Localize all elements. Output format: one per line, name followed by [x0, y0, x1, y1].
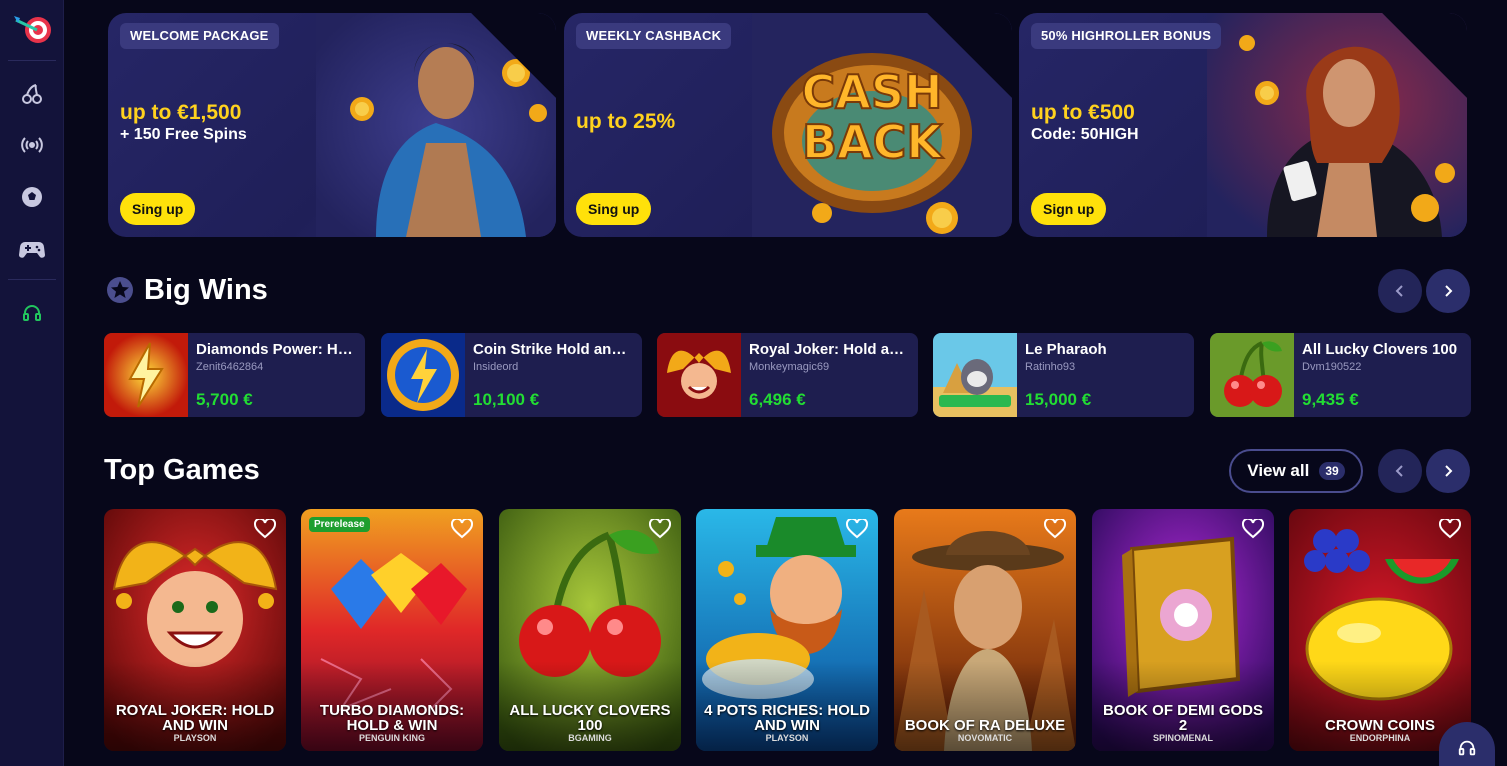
- promo-badge: 50% HIGHROLLER BONUS: [1031, 23, 1222, 49]
- cashback-art-text: BACK: [802, 115, 944, 169]
- signup-button[interactable]: Sing up: [576, 193, 652, 225]
- favorite-heart-icon[interactable]: [845, 517, 869, 539]
- logo-dart-icon[interactable]: [12, 12, 52, 48]
- promo-subline: Code: 50HIGH: [1031, 126, 1139, 143]
- favorite-heart-icon[interactable]: [1043, 517, 1067, 539]
- game-title: Royal Joker: Hold and Win: [115, 702, 275, 734]
- win-amount: 6,496 €: [749, 390, 806, 409]
- game-thumbnail: [933, 333, 1017, 417]
- win-game-name: All Lucky Clovers 100: [1302, 341, 1458, 358]
- game-title: 4 Pots Riches: Hold and Win: [704, 702, 870, 734]
- game-thumbnail: [1210, 333, 1294, 417]
- promo-card-welcome[interactable]: WELCOME PACKAGE up to €1,500 + 150 Free …: [108, 13, 556, 237]
- top-games-prev-button[interactable]: [1378, 449, 1422, 493]
- win-amount: 9,435 €: [1302, 390, 1359, 409]
- game-tile[interactable]: Crown Coins Endorphina: [1289, 509, 1471, 751]
- game-title: Book of Demi Gods 2: [1102, 702, 1263, 734]
- soccer-ball-icon[interactable]: [16, 181, 48, 213]
- game-provider: Spinomenal: [1152, 733, 1213, 743]
- prerelease-tag: Prerelease: [309, 517, 370, 532]
- win-game-name: Le Pharaoh: [1025, 341, 1107, 358]
- game-thumbnail: [104, 333, 188, 417]
- game-tile[interactable]: 4 Pots Riches: Hold and Win Playson: [696, 509, 878, 751]
- game-title: All Lucky Clovers 100: [509, 702, 671, 734]
- promo-headline: up to €500: [1031, 101, 1135, 124]
- promo-headline: up to 25%: [576, 110, 676, 133]
- view-all-label: View all: [1247, 461, 1310, 480]
- game-provider: BGaming: [568, 733, 612, 743]
- game-title: Crown Coins: [1325, 717, 1435, 734]
- headset-icon: [1458, 740, 1476, 756]
- game-thumbnail: [381, 333, 465, 417]
- live-broadcast-icon[interactable]: [16, 129, 48, 161]
- win-amount: 5,700 €: [196, 390, 253, 409]
- main-content: WELCOME PACKAGE up to €1,500 + 150 Free …: [64, 0, 1507, 766]
- big-win-card[interactable]: Royal Joker: Hold and Win Monkeymagic69 …: [657, 333, 918, 417]
- view-all-count-badge: 39: [1319, 462, 1345, 480]
- game-tile[interactable]: Prerelease Turbo Diamonds: Hold & Win Pe…: [301, 509, 483, 751]
- win-game-name: Diamonds Power: Hold and Win: [196, 341, 358, 358]
- favorite-heart-icon[interactable]: [450, 517, 474, 539]
- big-win-card[interactable]: Diamonds Power: Hold and Win Zenit646286…: [104, 333, 365, 417]
- game-provider: Novomatic: [957, 733, 1013, 743]
- big-wins-prev-button[interactable]: [1378, 269, 1422, 313]
- game-tile[interactable]: Royal Joker: Hold and Win Playson: [104, 509, 286, 751]
- win-username: Insideord: [473, 361, 519, 373]
- cherry-icon[interactable]: [16, 78, 48, 110]
- big-wins-next-button[interactable]: [1426, 269, 1470, 313]
- game-tile[interactable]: Book of Ra Deluxe Novomatic: [894, 509, 1076, 751]
- chevron-left-icon: [1395, 285, 1403, 297]
- sidebar: [0, 0, 64, 766]
- promo-badge: WELCOME PACKAGE: [120, 23, 279, 49]
- game-provider: Playson: [173, 733, 217, 743]
- promo-badge: WEEKLY CASHBACK: [576, 23, 732, 49]
- top-games-title: Top Games: [104, 454, 260, 486]
- win-game-name: Royal Joker: Hold and Win: [749, 341, 911, 358]
- headset-icon[interactable]: [16, 297, 48, 329]
- top-games-next-button[interactable]: [1426, 449, 1470, 493]
- win-username: Monkeymagic69: [749, 361, 830, 373]
- favorite-heart-icon[interactable]: [648, 517, 672, 539]
- game-provider: Playson: [765, 733, 809, 743]
- big-win-card[interactable]: Coin Strike Hold and Win Insideord 10,10…: [381, 333, 642, 417]
- win-username: Dvm190522: [1302, 361, 1362, 373]
- signup-button[interactable]: Sign up: [1031, 193, 1107, 225]
- win-game-name: Coin Strike Hold and Win: [473, 341, 635, 358]
- favorite-heart-icon[interactable]: [1241, 517, 1265, 539]
- view-all-button[interactable]: View all 39: [1229, 449, 1363, 493]
- chevron-right-icon: [1445, 465, 1453, 477]
- star-badge-icon: [106, 276, 134, 304]
- game-tile[interactable]: All Lucky Clovers 100 BGaming: [499, 509, 681, 751]
- win-username: Ratinho93: [1025, 361, 1076, 373]
- game-thumbnail: [657, 333, 741, 417]
- game-tile[interactable]: Book of Demi Gods 2 Spinomenal: [1092, 509, 1274, 751]
- favorite-heart-icon[interactable]: [253, 517, 277, 539]
- win-username: Zenit6462864: [196, 361, 264, 373]
- game-provider: Penguin King: [358, 733, 425, 743]
- game-title: Book of Ra Deluxe: [904, 717, 1066, 734]
- sidebar-divider: [8, 279, 56, 280]
- game-title: Turbo Diamonds: Hold & Win: [319, 702, 465, 734]
- big-wins-title: Big Wins: [144, 274, 268, 306]
- promo-subline: + 150 Free Spins: [120, 126, 247, 143]
- sidebar-divider: [8, 60, 56, 61]
- chevron-left-icon: [1395, 465, 1403, 477]
- big-win-card[interactable]: All Lucky Clovers 100 Dvm190522 9,435 €: [1210, 333, 1471, 417]
- big-win-card[interactable]: Le Pharaoh Ratinho93 15,000 €: [933, 333, 1194, 417]
- win-amount: 15,000 €: [1025, 390, 1092, 409]
- win-amount: 10,100 €: [473, 390, 540, 409]
- chevron-right-icon: [1445, 285, 1453, 297]
- gamepad-icon[interactable]: [16, 233, 48, 265]
- promo-card-cashback[interactable]: CASH BACK WEEKLY CASHBACK up to 25% Sing…: [564, 13, 1012, 237]
- cashback-art-text: CASH: [802, 65, 943, 119]
- promo-headline: up to €1,500: [120, 101, 242, 124]
- favorite-heart-icon[interactable]: [1438, 517, 1462, 539]
- promo-card-highroller[interactable]: 50% HIGHROLLER BONUS up to €500 Code: 50…: [1019, 13, 1467, 237]
- signup-button[interactable]: Sing up: [120, 193, 196, 225]
